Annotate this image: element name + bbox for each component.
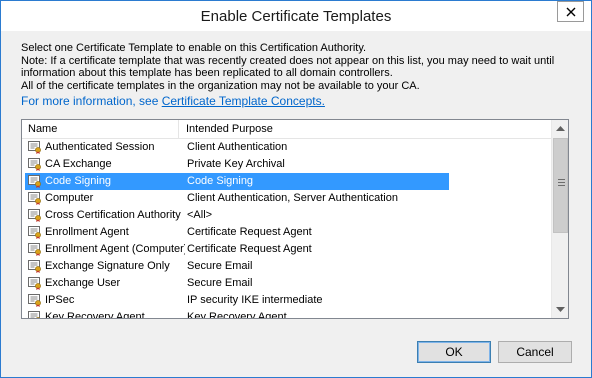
vertical-scrollbar[interactable] — [551, 120, 568, 318]
template-name: Computer — [45, 192, 94, 204]
template-intended-purpose: IP security IKE intermediate — [187, 294, 323, 306]
certificate-template-icon — [28, 209, 42, 222]
template-intended-purpose: Secure Email — [187, 277, 253, 289]
scroll-down-button[interactable] — [552, 301, 568, 318]
certificate-template-icon — [28, 294, 42, 307]
row-name-cell: Enrollment Agent (Computer) — [25, 241, 185, 258]
list-row-key-recovery-agent[interactable]: Key Recovery Agent Key Recovery Agent — [22, 309, 551, 319]
more-info-prefix: For more information, see — [21, 94, 162, 108]
certificate-template-icon — [28, 311, 42, 318]
template-name: Exchange User — [45, 277, 121, 289]
template-intended-purpose: Client Authentication, Server Authentica… — [187, 192, 398, 204]
list-row-code-signing[interactable]: Code Signing Code Signing — [22, 173, 551, 190]
instruction-line: Select one Certificate Template to enabl… — [21, 42, 367, 54]
instructions-text: Select one Certificate Template to enabl… — [21, 42, 581, 92]
list-row-enrollment-agent-computer[interactable]: Enrollment Agent (Computer) Certificate R… — [22, 241, 551, 258]
template-intended-purpose: Private Key Archival — [187, 158, 285, 170]
template-name: Cross Certification Authority — [45, 209, 181, 221]
template-name: Exchange Signature Only — [45, 260, 170, 272]
list-row-computer[interactable]: Computer Client Authentication, Server Au… — [22, 190, 551, 207]
certificate-template-icon — [28, 277, 42, 290]
template-name: CA Exchange — [45, 158, 112, 170]
template-name: Authenticated Session — [45, 141, 155, 153]
list-row-cross-certification-authority[interactable]: Cross Certification Authority <All> — [22, 207, 551, 224]
certificate-template-icon — [28, 141, 42, 154]
template-intended-purpose: Key Recovery Agent — [187, 311, 287, 319]
list-row-authenticated-session[interactable]: Authenticated Session Client Authenticati… — [22, 139, 551, 156]
template-name: Enrollment Agent — [45, 226, 129, 238]
cancel-button[interactable]: Cancel — [498, 341, 572, 363]
chevron-down-icon — [556, 307, 565, 312]
row-name-cell: Key Recovery Agent — [25, 309, 185, 319]
scroll-up-button[interactable] — [552, 120, 568, 137]
certificate-template-icon — [28, 158, 42, 171]
list-row-enrollment-agent[interactable]: Enrollment Agent Certificate Request Agen… — [22, 224, 551, 241]
enable-certificate-templates-dialog: Enable Certificate Templates Select one … — [0, 0, 592, 378]
row-name-cell: Cross Certification Authority — [25, 207, 185, 224]
template-name: IPSec — [45, 294, 75, 306]
template-intended-purpose: Client Authentication — [187, 141, 288, 153]
row-name-cell: Computer — [25, 190, 185, 207]
certificate-template-icon — [28, 175, 42, 188]
template-name: Code Signing — [45, 175, 112, 187]
note-line: All of the certificate templates in the … — [21, 79, 420, 92]
certificate-templates-list[interactable]: Name Intended Purpose Authenticated Sess… — [21, 119, 569, 319]
column-header-intended-purpose[interactable]: Intended Purpose — [180, 120, 550, 139]
close-button[interactable] — [557, 1, 584, 22]
template-intended-purpose: Secure Email — [187, 260, 253, 272]
list-row-ca-exchange[interactable]: CA Exchange Private Key Archival — [22, 156, 551, 173]
certificate-template-icon — [28, 192, 42, 205]
title-bar[interactable]: Enable Certificate Templates — [1, 1, 591, 31]
ok-button[interactable]: OK — [417, 341, 491, 363]
certificate-template-concepts-link[interactable]: Certificate Template Concepts. — [162, 94, 325, 108]
template-intended-purpose: Certificate Request Agent — [187, 226, 312, 238]
dialog-title: Enable Certificate Templates — [200, 8, 392, 25]
grip-icon — [558, 179, 565, 188]
note-line: Note: If a certificate template that was… — [21, 54, 555, 67]
template-intended-purpose: Code Signing — [185, 173, 449, 190]
list-row-exchange-signature-only[interactable]: Exchange Signature Only Secure Email — [22, 258, 551, 275]
note-line: information about this template has been… — [21, 67, 393, 80]
list-row-ipsec[interactable]: IPSec IP security IKE intermediate — [22, 292, 551, 309]
row-name-cell: Authenticated Session — [25, 139, 185, 156]
more-info-text: For more information, see Certificate Te… — [21, 94, 325, 108]
template-name: Key Recovery Agent — [45, 311, 145, 319]
template-intended-purpose: <All> — [187, 209, 213, 221]
list-row-exchange-user[interactable]: Exchange User Secure Email — [22, 275, 551, 292]
row-name-cell: CA Exchange — [25, 156, 185, 173]
chevron-up-icon — [556, 126, 565, 131]
close-icon — [566, 7, 576, 17]
scrollbar-thumb[interactable] — [553, 138, 568, 233]
column-header-name[interactable]: Name — [22, 120, 179, 139]
certificate-template-icon — [28, 243, 42, 256]
template-intended-purpose: Certificate Request Agent — [187, 243, 312, 255]
row-name-cell: Enrollment Agent — [25, 224, 185, 241]
row-name-cell: Exchange Signature Only — [25, 258, 185, 275]
certificate-template-icon — [28, 260, 42, 273]
row-name-cell: Code Signing — [25, 173, 185, 190]
certificate-template-icon — [28, 226, 42, 239]
template-name: Enrollment Agent (Computer) — [45, 243, 185, 255]
list-header: Name Intended Purpose — [22, 120, 551, 139]
row-name-cell: IPSec — [25, 292, 185, 309]
row-name-cell: Exchange User — [25, 275, 185, 292]
list-rows: Authenticated Session Client Authenticati… — [22, 139, 551, 319]
